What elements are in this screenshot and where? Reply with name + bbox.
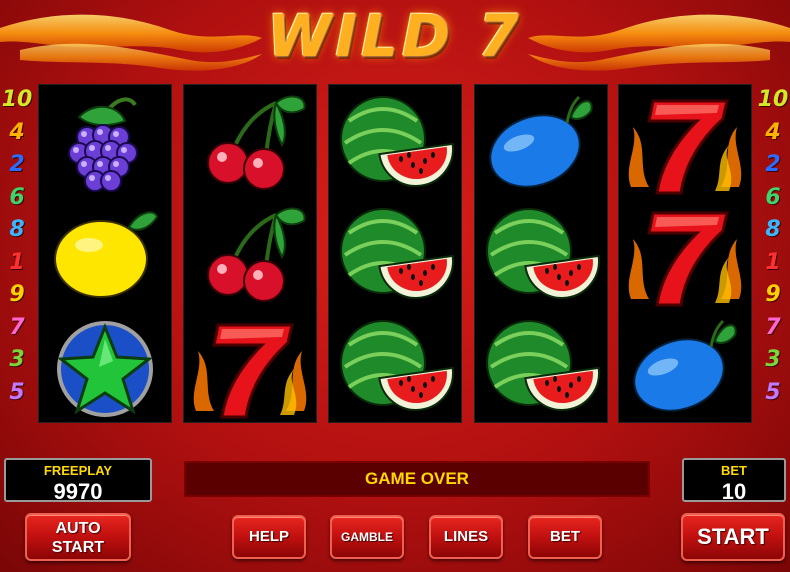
payline-number: 3 — [765, 347, 781, 372]
reels-area — [38, 84, 752, 423]
payline-number: 3 — [9, 347, 25, 372]
payline-number: 7 — [765, 314, 781, 340]
plum-icon — [489, 95, 593, 188]
payline-number: 4 — [765, 119, 781, 145]
payline-number: 4 — [9, 119, 25, 145]
reel-1 — [38, 84, 172, 423]
seven-icon — [619, 199, 751, 311]
auto-start-button[interactable]: AUTO START — [25, 513, 131, 561]
star-icon — [56, 321, 154, 417]
watermelon-icon — [329, 311, 461, 423]
game-title: WILD 7 — [267, 2, 523, 70]
freeplay-label: FREEPLAY — [43, 463, 113, 478]
cherries-icon — [207, 207, 306, 302]
payline-number: 6 — [9, 184, 25, 210]
payline-number: 5 — [765, 379, 781, 405]
payline-number: 6 — [765, 184, 781, 210]
lemon-icon — [39, 199, 171, 311]
seven-icon — [184, 311, 316, 423]
watermelon-icon — [475, 311, 607, 423]
seven-icon — [628, 211, 742, 307]
freeplay-panel: FREEPLAY 9970 — [4, 458, 152, 504]
seven-icon — [619, 87, 751, 199]
start-button[interactable]: START — [681, 513, 785, 561]
reel-5 — [618, 84, 752, 423]
lines-button[interactable]: LINES — [429, 515, 503, 559]
watermelon-icon — [340, 96, 454, 187]
watermelon-icon — [486, 320, 600, 411]
payline-number: 1 — [9, 249, 25, 275]
cherries-icon — [207, 95, 306, 190]
watermelon-icon — [340, 320, 454, 411]
payline-number: 2 — [765, 152, 781, 177]
watermelon-icon — [329, 87, 461, 199]
help-button[interactable]: HELP — [232, 515, 306, 559]
payline-number: 7 — [9, 314, 25, 340]
cherries-icon — [184, 199, 316, 311]
status-message: GAME OVER — [184, 461, 650, 497]
auto-start-line2: START — [51, 539, 105, 556]
plum-icon — [475, 87, 607, 199]
payline-number: 8 — [765, 217, 781, 242]
auto-start-line1: AUTO — [55, 520, 101, 537]
watermelon-icon — [329, 199, 461, 311]
star-icon — [39, 311, 171, 423]
plum-icon — [633, 319, 737, 412]
watermelon-icon — [486, 208, 600, 299]
bet-button[interactable]: BET — [528, 515, 602, 559]
bet-panel: BET 10 — [682, 458, 786, 504]
bet-label: BET — [721, 463, 747, 478]
cherries-icon — [184, 87, 316, 199]
header: WILD 7 — [0, 0, 790, 84]
payline-numbers-right: 10 4 2 6 8 1 9 7 3 5 — [756, 84, 790, 409]
payline-number: 9 — [765, 282, 781, 307]
payline-number: 1 — [765, 249, 781, 275]
watermelon-icon — [475, 199, 607, 311]
payline-number: 9 — [9, 282, 25, 307]
reel-4 — [474, 84, 608, 423]
payline-number: 10 — [757, 87, 789, 112]
bet-value: 10 — [721, 479, 747, 504]
payline-number: 10 — [1, 87, 33, 112]
payline-number: 2 — [9, 152, 25, 177]
gamble-button[interactable]: GAMBLE — [330, 515, 404, 559]
plum-icon — [619, 311, 751, 423]
freeplay-value: 9970 — [53, 479, 103, 504]
payline-number: 8 — [9, 217, 25, 242]
lemon-icon — [54, 211, 159, 298]
watermelon-icon — [340, 208, 454, 299]
seven-icon — [628, 99, 742, 195]
reel-2 — [183, 84, 317, 423]
payline-numbers-left: 10 4 2 6 8 1 9 7 3 5 — [0, 84, 34, 409]
grapes-icon — [68, 97, 138, 192]
grapes-icon — [39, 87, 171, 199]
seven-icon — [193, 323, 307, 419]
payline-number: 5 — [9, 379, 25, 405]
reel-3 — [328, 84, 462, 423]
